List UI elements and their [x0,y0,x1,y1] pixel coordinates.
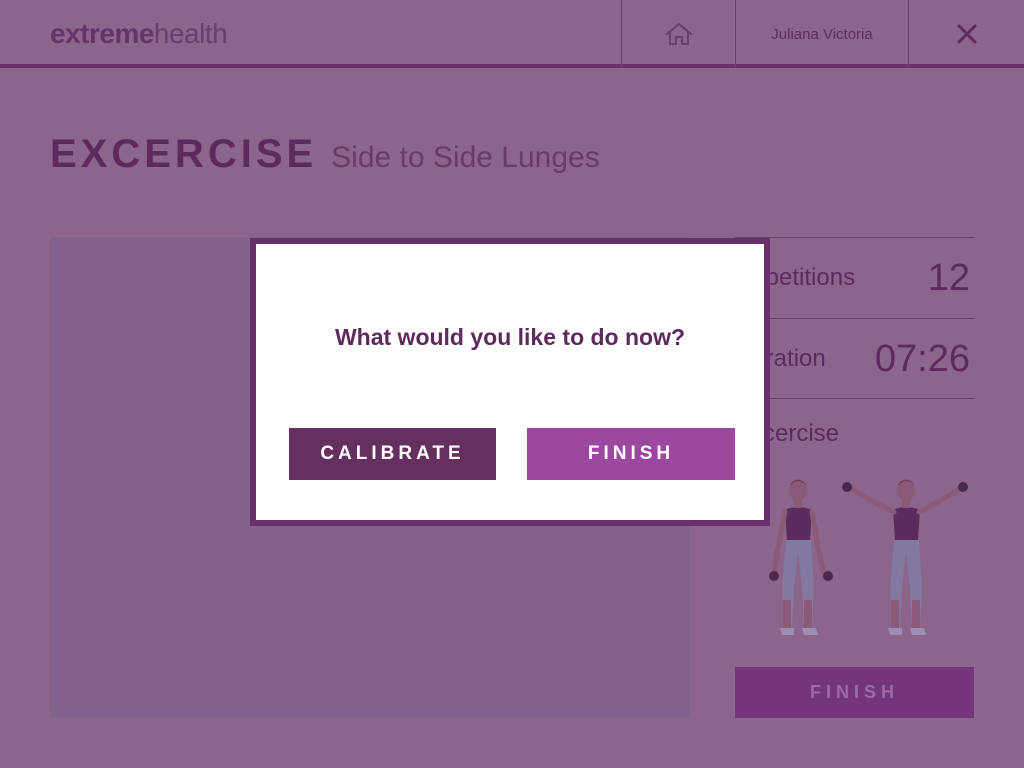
exercise-name: Side to Side Lunges [331,141,600,174]
logo-bold-text: extreme [50,18,154,49]
finish-button[interactable]: FINISH [527,428,735,480]
exercise-illustration [769,479,968,635]
duration-row: Duration 07:26 [735,318,974,399]
brand-logo[interactable]: extremehealth [50,17,228,51]
figure-arms-down [769,479,833,635]
repetitions-value: 12 [927,256,970,299]
repetitions-row: Repetitions 12 [735,237,974,318]
logo-regular-text: health [153,18,228,49]
modal-question: What would you like to do now? [334,324,686,350]
figure-arms-up [842,479,968,635]
home-icon [665,23,692,45]
modal-dialog: What would you like to do now? CALIBRATE… [250,238,770,526]
home-button[interactable] [622,0,735,68]
duration-value: 07:26 [874,337,970,380]
page-title: EXCERCISE Side to Side Lunges [50,132,600,177]
close-icon [957,24,976,44]
calibrate-button[interactable]: CALIBRATE [289,428,496,480]
stats-panel: Repetitions 12 Duration 07:26 [735,237,974,399]
close-button[interactable] [909,0,1024,68]
title-kind: EXCERCISE [50,132,318,176]
top-bar: extremehealth Juliana Victoria [0,0,1024,68]
finish-button-background[interactable]: FINISH [735,667,974,718]
user-name[interactable]: Juliana Victoria [736,0,908,68]
